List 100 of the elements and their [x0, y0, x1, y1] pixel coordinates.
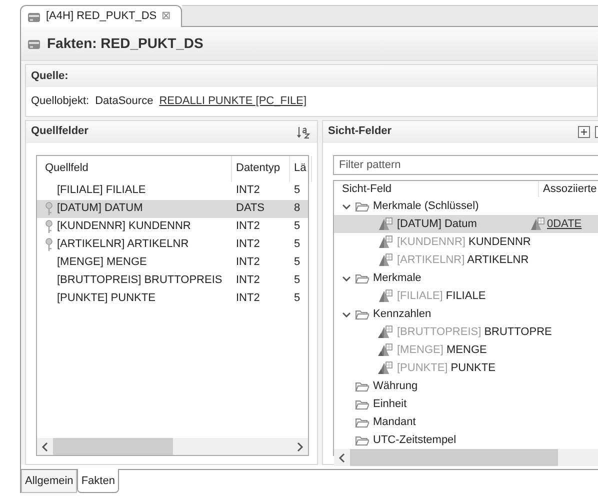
table-cell-text: 8: [294, 201, 300, 216]
tree-row[interactable]: [KUNDENNR] KUNDENNR: [334, 233, 598, 251]
editor-title: Fakten: RED_PUKT_DS: [47, 34, 204, 53]
table-cell-text: [FILIALE] FILIALE: [57, 183, 146, 198]
table-cell-text: [BRUTTOPREIS] BRUTTOPREIS: [57, 273, 222, 288]
folder-icon: [355, 398, 369, 410]
tree-label: [PUNKTE] PUNKTE: [397, 360, 496, 376]
tree-label: [MENGE] MENGE: [397, 342, 487, 358]
table-row[interactable]: [FILIALE] FILIALE INT2 5: [37, 182, 308, 200]
close-icon[interactable]: ⊠: [162, 8, 171, 25]
horizontal-scrollbar[interactable]: [334, 449, 598, 466]
pyramid-icon: [378, 289, 393, 303]
table-cell-text: [PUNKTE] PUNKTE: [57, 291, 156, 306]
filter-field[interactable]: Filter pattern: [333, 154, 598, 174]
scroll-left-icon: [41, 442, 49, 452]
tree-label: Merkmale (Schlüssel): [373, 198, 479, 214]
horizontal-scrollbar[interactable]: [37, 438, 308, 455]
column-header[interactable]: Assoziierte: [539, 180, 598, 197]
tree-label: Kennzahlen: [373, 306, 432, 322]
column-header[interactable]: Quellfeld: [37, 156, 232, 182]
table-cell-text: 5: [294, 219, 300, 234]
scroll-right-icon: [296, 442, 304, 452]
column-header[interactable]: Lä: [290, 156, 312, 182]
folder-icon: [355, 434, 369, 446]
tree-row[interactable]: [BRUTTOPREIS] BRUTTOPRE: [334, 323, 598, 341]
tree-row[interactable]: [PUNKTE] PUNKTE: [334, 359, 598, 377]
table-row[interactable]: [BRUTTOPREIS] BRUTTOPREIS INT2 5: [37, 272, 308, 290]
table-row[interactable]: [PUNKTE] PUNKTE INT2 5: [37, 290, 308, 308]
section-title: Quelle:: [26, 65, 597, 87]
table-cell-text: [MENGE] MENGE: [57, 255, 147, 270]
panel-title: Quellfelder: [31, 124, 88, 140]
table-cell-text: [ARTIKELNR] ARTIKELNR: [57, 237, 189, 252]
source-type: DataSource: [95, 94, 154, 109]
page-tab[interactable]: Fakten: [77, 469, 119, 493]
folder-icon: [355, 416, 369, 428]
chevron-icon[interactable]: [342, 310, 351, 318]
tree-label: [KUNDENNR] KUNDENNR: [397, 234, 531, 250]
tree-row[interactable]: Merkmale (Schlüssel): [334, 197, 598, 215]
tree-row[interactable]: [DATUM] Datum 0DATE: [334, 215, 598, 233]
sort-icon[interactable]: [297, 124, 311, 138]
column-header[interactable]: Sicht-Feld: [334, 180, 539, 197]
table-cell-text: INT2: [236, 237, 260, 252]
table-cell-text: 5: [294, 273, 300, 288]
folder-icon: [355, 200, 369, 212]
tree-row[interactable]: UTC-Zeitstempel: [334, 431, 598, 449]
tree-row[interactable]: [ARTIKELNR] ARTIKELNR: [334, 251, 598, 269]
table-row[interactable]: [DATUM] DATUM DATS 8: [37, 200, 308, 218]
folder-icon: [355, 272, 369, 284]
folder-icon: [355, 380, 369, 392]
tree-row[interactable]: [FILIALE] FILIALE: [334, 287, 598, 305]
tree-label: Mandant: [373, 414, 416, 430]
toolbar-icon[interactable]: [595, 126, 598, 138]
pyramid-icon: [378, 325, 393, 339]
pyramid-icon: [530, 217, 545, 231]
scroll-left-icon: [338, 452, 346, 462]
pyramid-icon: [378, 253, 393, 267]
tree-row[interactable]: Merkmale: [334, 269, 598, 287]
table-cell-text: [DATUM] DATUM: [57, 201, 143, 216]
tree-label: Währung: [373, 378, 418, 394]
tree-label: Merkmale: [373, 270, 422, 286]
page-tab[interactable]: Allgemein: [21, 470, 78, 493]
pyramid-icon: [378, 361, 393, 375]
tree-row[interactable]: Einheit: [334, 395, 598, 413]
expand-all-icon[interactable]: [578, 126, 590, 138]
pyramid-icon: [378, 217, 393, 231]
table-row[interactable]: [MENGE] MENGE INT2 5: [37, 254, 308, 272]
tree-label: Einheit: [373, 396, 407, 412]
table-cell-text: INT2: [236, 291, 260, 306]
table-cell-text: DATS: [236, 201, 265, 216]
table-row[interactable]: [KUNDENNR] KUNDENNR INT2 5: [37, 218, 308, 236]
chevron-icon[interactable]: [342, 202, 351, 210]
tree-label: [DATUM] Datum: [397, 216, 477, 232]
pyramid-icon: [378, 235, 393, 249]
table-cell-text: INT2: [236, 183, 260, 198]
table-cell-text: INT2: [236, 219, 260, 234]
tree-label: [FILIALE] FILIALE: [397, 288, 486, 304]
tree-row[interactable]: Währung: [334, 377, 598, 395]
table-cell-text: 5: [294, 237, 300, 252]
field-label: Quellobjekt:: [31, 94, 90, 109]
table-cell-text: 5: [294, 183, 300, 198]
table-cell-text: INT2: [236, 273, 260, 288]
pyramid-icon: [378, 343, 393, 357]
tree-label: [BRUTTOPREIS] BRUTTOPRE: [397, 324, 552, 340]
tree-label: [ARTIKELNR] ARTIKELNR: [397, 252, 529, 268]
chevron-icon[interactable]: [342, 274, 351, 282]
editor-tab[interactable]: [A4H] RED_PUKT_DS ⊠: [20, 5, 182, 27]
source-link[interactable]: REDALLI PUNKTE [PC_FILE]: [159, 93, 307, 110]
tree-row[interactable]: [MENGE] MENGE: [334, 341, 598, 359]
table-cell-text: INT2: [236, 255, 260, 270]
association-link[interactable]: 0DATE: [547, 216, 582, 232]
tree-row[interactable]: Kennzahlen: [334, 305, 598, 323]
tree-label: UTC-Zeitstempel: [373, 432, 456, 448]
panel-title: Sicht-Felder: [328, 124, 392, 140]
column-header[interactable]: Datentyp: [232, 156, 290, 182]
table-cell-text: [KUNDENNR] KUNDENNR: [57, 219, 191, 234]
folder-icon: [355, 308, 369, 320]
table-cell-text: 5: [294, 255, 300, 270]
table-row[interactable]: [ARTIKELNR] ARTIKELNR INT2 5: [37, 236, 308, 254]
tree-row[interactable]: Mandant: [334, 413, 598, 431]
table-cell-text: 5: [294, 291, 300, 306]
